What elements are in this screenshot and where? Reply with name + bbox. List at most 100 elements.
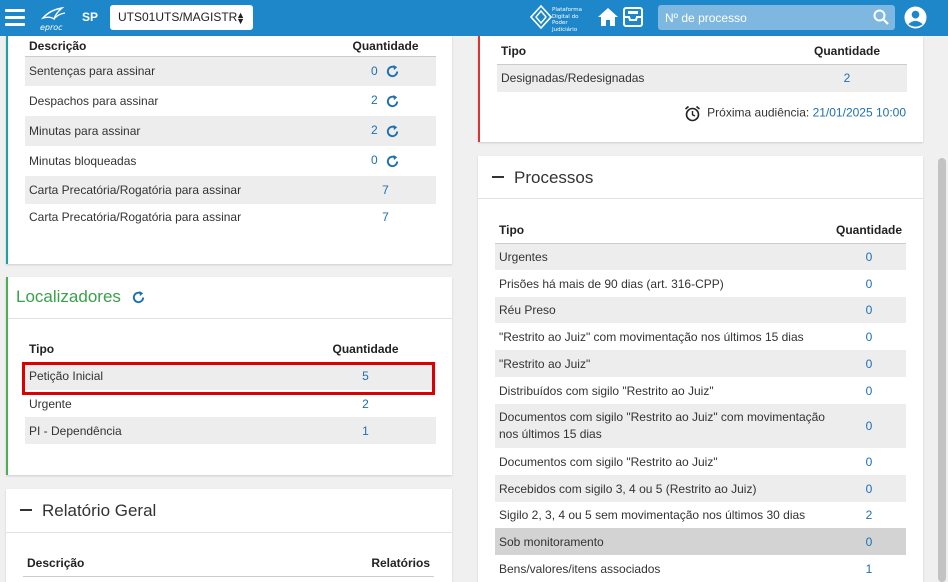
qty-link[interactable]: 0 <box>371 153 378 167</box>
pdpj-diamond-icon <box>530 5 552 29</box>
row-label: Urgentes <box>495 243 832 270</box>
collapse-icon[interactable] <box>20 508 32 511</box>
table-row: "Restrito ao Juiz" com movimentação nos … <box>495 323 906 350</box>
process-number-input[interactable] <box>658 5 868 30</box>
table-row: Despachos para assinar 2 <box>25 86 436 116</box>
refresh-icon[interactable] <box>131 290 146 305</box>
row-label: Sob monitoramento <box>495 528 832 555</box>
qty-link[interactable]: 2 <box>371 93 378 107</box>
row-label: Carta Precatória/Rogatória para assinar <box>25 176 335 204</box>
col-header-tipo: Tipo <box>25 336 295 363</box>
row-label: Réu Preso <box>495 297 832 323</box>
divider <box>6 532 452 533</box>
table-row[interactable]: PI - Dependência 1 <box>25 417 436 444</box>
row-label: Distribuídos com sigilo "Restrito ao Jui… <box>499 383 714 398</box>
col-header-tipo: Tipo <box>495 217 832 244</box>
row-label: Despachos para assinar <box>29 94 159 108</box>
table-row: Réu Preso 0 <box>495 297 906 323</box>
row-label: Sigilo 2, 3, 4 ou 5 sem movimentação nos… <box>499 508 806 522</box>
row-label: Carta Precatória/Rogatória para assinar <box>29 210 242 224</box>
row-label: Documentos com sigilo "Restrito ao Juiz" <box>499 454 718 469</box>
pending-signatures-panel: Descrição Quantidade Sentenças para assi… <box>6 36 452 264</box>
qty-link[interactable]: 7 <box>382 183 389 197</box>
inbox-icon[interactable] <box>623 7 643 27</box>
qty-link[interactable]: 0 <box>866 277 873 291</box>
table-row: Carta Precatória/Rogatória para assinar … <box>25 176 436 204</box>
processos-panel: Processos Tipo Quantidade Urgentes 0 Pri… <box>478 156 923 582</box>
refresh-icon[interactable] <box>385 64 400 79</box>
next-hearing: Próxima audiência: 21/01/2025 10:00 <box>684 105 906 122</box>
menu-icon[interactable] <box>5 9 25 26</box>
qty-link[interactable]: 1 <box>362 424 369 438</box>
qty-link[interactable]: 2 <box>866 508 873 522</box>
table-row: Minutas bloqueadas 0 <box>25 146 436 176</box>
qty-link[interactable]: 1 <box>866 562 873 576</box>
table-row: Recebidos com sigilo 3, 4 ou 5 (Restrito… <box>495 475 906 502</box>
divider <box>8 318 452 319</box>
processos-title: Processos <box>514 168 594 187</box>
qty-link[interactable]: 0 <box>371 64 378 78</box>
pdpj-label: Plataforma Digital do Poder Judiciário <box>552 7 582 33</box>
eproc-logo[interactable]: eproc <box>40 4 68 32</box>
qty-link[interactable]: 0 <box>866 419 873 433</box>
unit-select[interactable]: UTS01UTS/MAGISTR ▲ ▼ <box>110 5 253 30</box>
col-header-quantity: Quantidade <box>335 36 436 57</box>
col-header-quantity: Quantidade <box>831 217 906 244</box>
row-label: Prisões há mais de 90 dias (art. 316-CPP… <box>499 276 724 291</box>
user-account-icon[interactable] <box>904 6 927 29</box>
scrollbar-thumb[interactable] <box>938 158 946 582</box>
pdpj-logo[interactable]: Plataforma Digital do Poder Judiciário <box>530 4 596 33</box>
home-icon[interactable] <box>597 7 619 27</box>
next-hearing-link[interactable]: 21/01/2025 10:00 <box>813 106 906 120</box>
search-icon[interactable] <box>873 9 889 25</box>
col-header-description: Descrição <box>25 36 335 57</box>
eproc-bird-icon <box>40 6 66 21</box>
qty-link[interactable]: 0 <box>866 303 873 317</box>
qty-link[interactable]: 2 <box>844 71 851 85</box>
qty-link[interactable]: 2 <box>371 123 378 137</box>
row-label: "Restrito ao Juiz" com movimentação nos … <box>499 329 804 344</box>
row-label: Minutas bloqueadas <box>29 154 137 168</box>
qty-link[interactable]: 0 <box>866 330 873 344</box>
col-header-tipo: Tipo <box>497 38 787 65</box>
row-label: Designadas/Redesignadas <box>497 64 787 92</box>
pending-table: Descrição Quantidade Sentenças para assi… <box>25 36 436 230</box>
refresh-icon[interactable] <box>385 154 400 169</box>
refresh-icon[interactable] <box>385 94 400 109</box>
qty-link[interactable]: 0 <box>866 482 873 496</box>
process-search <box>658 5 895 30</box>
state-label: SP <box>82 10 99 24</box>
qty-link[interactable]: 0 <box>866 455 873 469</box>
next-hearing-label: Próxima audiência: <box>707 105 810 120</box>
table-row: "Restrito ao Juiz" 0 <box>495 350 906 377</box>
row-label: Recebidos com sigilo 3, 4 ou 5 (Restrito… <box>495 475 832 502</box>
audiencias-panel: Tipo Quantidade Designadas/Redesignadas … <box>478 36 923 142</box>
qty-link[interactable]: 2 <box>362 397 369 411</box>
row-label: Sentenças para assinar <box>25 56 335 86</box>
qty-link[interactable]: 0 <box>866 384 873 398</box>
table-row: Minutas para assinar 2 <box>25 116 436 146</box>
table-row: Sigilo 2, 3, 4 ou 5 sem movimentação nos… <box>495 502 906 528</box>
audiencias-table: Tipo Quantidade Designadas/Redesignadas … <box>497 38 907 92</box>
table-row: Urgentes 0 <box>495 243 906 270</box>
relatorio-geral-panel: Relatório Geral Descrição Relatórios <box>6 489 452 582</box>
col-header-reports: Relatórios <box>226 550 434 577</box>
qty-link[interactable]: 7 <box>382 210 389 224</box>
relatorio-header: Relatório Geral <box>20 501 156 521</box>
eproc-label: eproc <box>40 23 63 32</box>
qty-link[interactable]: 0 <box>866 357 873 371</box>
collapse-icon[interactable] <box>492 175 504 178</box>
col-header-quantity: Quantidade <box>787 38 907 65</box>
processos-table: Tipo Quantidade Urgentes 0 Prisões há ma… <box>495 217 906 582</box>
qty-link[interactable]: 0 <box>866 250 873 264</box>
qty-link[interactable]: 0 <box>866 535 873 549</box>
top-bar: eproc SP UTS01UTS/MAGISTR ▲ ▼ Plataforma … <box>0 0 948 36</box>
highlight-box <box>22 362 435 395</box>
localizadores-title: Localizadores <box>16 287 121 306</box>
refresh-icon[interactable] <box>385 124 400 139</box>
relatorio-title: Relatório Geral <box>42 501 157 520</box>
row-label: PI - Dependência <box>25 417 295 444</box>
row-label: Minutas para assinar <box>25 116 335 146</box>
table-row: Prisões há mais de 90 dias (art. 316-CPP… <box>495 270 906 297</box>
table-row: Sentenças para assinar 0 <box>25 56 436 86</box>
